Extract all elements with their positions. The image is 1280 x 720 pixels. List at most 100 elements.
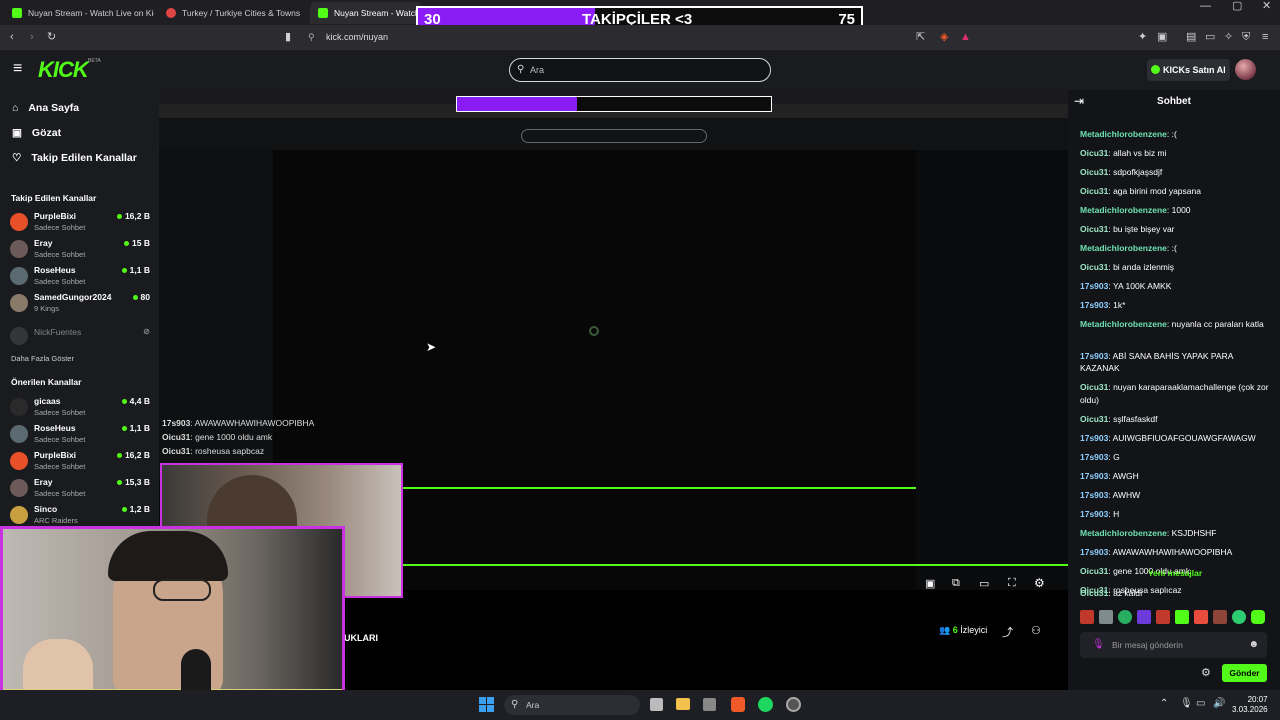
chat-message-input[interactable]: 🎙 Bir mesaj gönderin ☻ (1080, 632, 1267, 658)
pip-icon[interactable]: ▣ (925, 577, 935, 590)
leo-icon[interactable]: ✧ (1224, 25, 1233, 50)
bookmark-icon[interactable]: ▮ (285, 25, 291, 50)
wallet-icon[interactable]: ▭ (1205, 25, 1215, 50)
chat-username[interactable]: 17s903 (1080, 300, 1108, 310)
tray-chevron-icon[interactable]: ⌃ (1160, 698, 1168, 709)
emote-icon[interactable] (1194, 610, 1208, 624)
followed-channel[interactable]: PurpleBixi Sadece Sohbet 16,2 B (10, 211, 152, 237)
search-input[interactable]: ⚲ Ara (509, 58, 771, 82)
emote-icon[interactable] (1251, 610, 1265, 624)
chat-username[interactable]: 17s903 (1080, 547, 1108, 557)
volume-icon[interactable]: 🔊 (1213, 698, 1225, 709)
follow-user-icon[interactable]: ⚇ (1031, 624, 1041, 637)
heart-icon: ♡ (12, 152, 22, 164)
theater-icon[interactable]: ▭ (979, 577, 989, 590)
browser-tab[interactable]: Turkey / Turkiye Cities & Towns (158, 2, 303, 24)
store-icon[interactable] (703, 698, 716, 711)
maximize-icon[interactable]: ▢ (1232, 0, 1242, 19)
extensions-icon[interactable]: ✦ (1138, 25, 1147, 50)
emote-icon[interactable] (1080, 610, 1094, 624)
menu-icon[interactable]: ≡ (1262, 25, 1268, 50)
chat-username[interactable]: 17s903 (1080, 281, 1108, 291)
chat-username[interactable]: Oicu31 (1080, 262, 1108, 272)
emote-icon[interactable] (1099, 610, 1113, 624)
send-button[interactable]: Gönder (1222, 664, 1267, 682)
network-icon[interactable]: ▭ (1196, 698, 1205, 709)
recommended-channel[interactable]: RoseHeus Sadece Sohbet 1,1 B (10, 423, 152, 449)
chat-username[interactable]: Oicu31 (1080, 167, 1108, 177)
nav-browse[interactable]: ▣ Gözat (12, 127, 61, 139)
show-more-link[interactable]: Daha Fazla Göster (11, 354, 74, 363)
screenshot-icon[interactable]: ▣ (1157, 25, 1167, 50)
buy-kicks-button[interactable]: KICKs Satın Al (1147, 59, 1230, 81)
recommended-channel[interactable]: Eray Sadece Sohbet 15,3 B (10, 477, 152, 503)
mic-tray-icon[interactable]: 🎙 (1180, 698, 1193, 709)
user-avatar[interactable] (1235, 59, 1256, 80)
followed-channel[interactable]: SamedGungor2024 9 Kings 80 (10, 292, 152, 318)
sidebar-toggle-icon[interactable]: ▤ (1186, 25, 1196, 50)
emoji-icon[interactable]: ☻ (1248, 632, 1259, 658)
reload-icon[interactable]: ↻ (47, 25, 56, 50)
share-icon[interactable]: ⇱ (916, 25, 925, 50)
settings-gear-icon[interactable]: ⚙ (1034, 576, 1045, 590)
minimize-icon[interactable]: — (1200, 0, 1211, 19)
system-clock[interactable]: 20:07 3.03.2026 (1232, 695, 1268, 715)
chat-username[interactable]: 17s903 (1080, 351, 1108, 361)
hamburger-menu-icon[interactable]: ≡ (13, 60, 22, 78)
chat-message: Oicu31: sşlfasfaskdf (1080, 413, 1272, 426)
emote-icon[interactable] (1232, 610, 1246, 624)
spotify-icon[interactable] (758, 697, 773, 712)
nav-home[interactable]: ⌂ Ana Sayfa (12, 102, 79, 114)
clip-icon[interactable]: ⧉ (952, 577, 960, 590)
url-field[interactable]: ⚲ kick.com/nuyan (300, 29, 980, 46)
chat-username[interactable]: Oicu31 (1080, 224, 1108, 234)
chat-username[interactable]: Oicu31 (1080, 382, 1108, 392)
close-window-icon[interactable]: ✕ (1262, 0, 1271, 19)
forward-icon[interactable]: › (30, 25, 34, 50)
chat-username[interactable]: 17s903 (1080, 452, 1108, 462)
chat-username[interactable]: 17s903 (1080, 490, 1108, 500)
site-info-icon[interactable]: ⚲ (308, 29, 315, 46)
chat-username[interactable]: Oicu31 (1080, 186, 1108, 196)
back-icon[interactable]: ‹ (10, 25, 14, 50)
microphone-icon[interactable]: 🎙 (1092, 632, 1105, 658)
emote-icon[interactable] (1118, 610, 1132, 624)
followed-channel[interactable]: Eray Sadece Sohbet 15 B (10, 238, 152, 264)
fullscreen-icon[interactable]: ⛶ (1008, 577, 1016, 590)
nav-following[interactable]: ♡ Takip Edilen Kanallar (12, 152, 137, 164)
task-view-icon[interactable] (650, 698, 663, 711)
brave-browser-icon[interactable] (731, 697, 745, 712)
chat-username[interactable]: Metadichlorobenzene (1080, 243, 1167, 253)
followed-channel[interactable]: RoseHeus Sadece Sohbet 1,1 B (10, 265, 152, 291)
browser-tab[interactable]: Nuyan Stream - Watch Live on Kick (4, 2, 154, 24)
chat-message: Metadichlorobenzene: KSJDHSHF (1080, 527, 1272, 540)
new-messages-divider[interactable]: Yeni mesajlar (1080, 568, 1270, 578)
obs-icon[interactable] (786, 697, 801, 712)
chat-username[interactable]: 17s903 (1080, 433, 1108, 443)
chat-username[interactable]: Metadichlorobenzene (1080, 319, 1167, 329)
file-explorer-icon[interactable] (676, 698, 690, 710)
chat-username[interactable]: 17s903 (1080, 471, 1108, 481)
taskbar-search[interactable]: ⚲ Ara (504, 695, 640, 715)
recommended-channel[interactable]: gicaas Sadece Sohbet 4,4 B (10, 396, 152, 422)
chat-username[interactable]: Metadichlorobenzene (1080, 129, 1167, 139)
browser-tab-active[interactable]: Nuyan Stream - Watch Li (310, 2, 422, 24)
share-icon[interactable]: ⤴ (1002, 624, 1013, 640)
chat-username[interactable]: Metadichlorobenzene (1080, 528, 1167, 538)
chat-username[interactable]: Metadichlorobenzene (1080, 205, 1167, 215)
brave-shield-icon[interactable]: ◈ (940, 25, 948, 50)
chat-settings-icon[interactable]: ⚙ (1201, 666, 1211, 679)
chat-username[interactable]: Oicu31 (1080, 148, 1108, 158)
emote-icon[interactable] (1175, 610, 1189, 624)
emote-icon[interactable] (1213, 610, 1227, 624)
recommended-channel[interactable]: PurpleBixi Sadece Sohbet 16,2 B (10, 450, 152, 476)
chat-username[interactable]: 17s903 (1080, 509, 1108, 519)
emote-icon[interactable] (1137, 610, 1151, 624)
kick-logo[interactable]: KICK (38, 57, 89, 83)
followed-channel-offline[interactable]: NickFuentes ⊘ (10, 325, 152, 351)
chat-username[interactable]: Oicu31 (1080, 414, 1108, 424)
vpn-icon[interactable]: ⛨ (1242, 25, 1250, 50)
start-icon[interactable] (479, 697, 494, 712)
rewards-icon[interactable]: ▲ (960, 25, 971, 50)
emote-icon[interactable] (1156, 610, 1170, 624)
